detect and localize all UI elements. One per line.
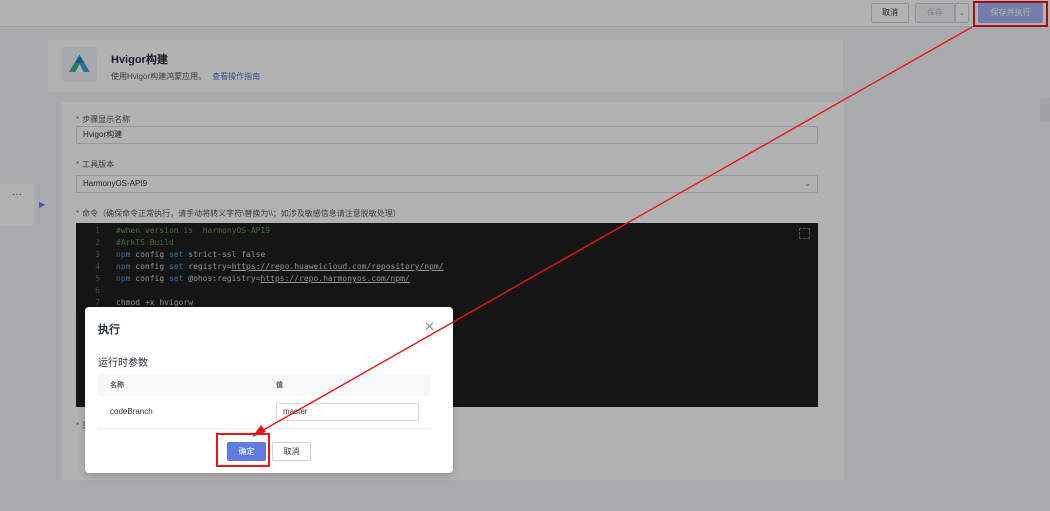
annotation-arrow [252, 26, 973, 437]
